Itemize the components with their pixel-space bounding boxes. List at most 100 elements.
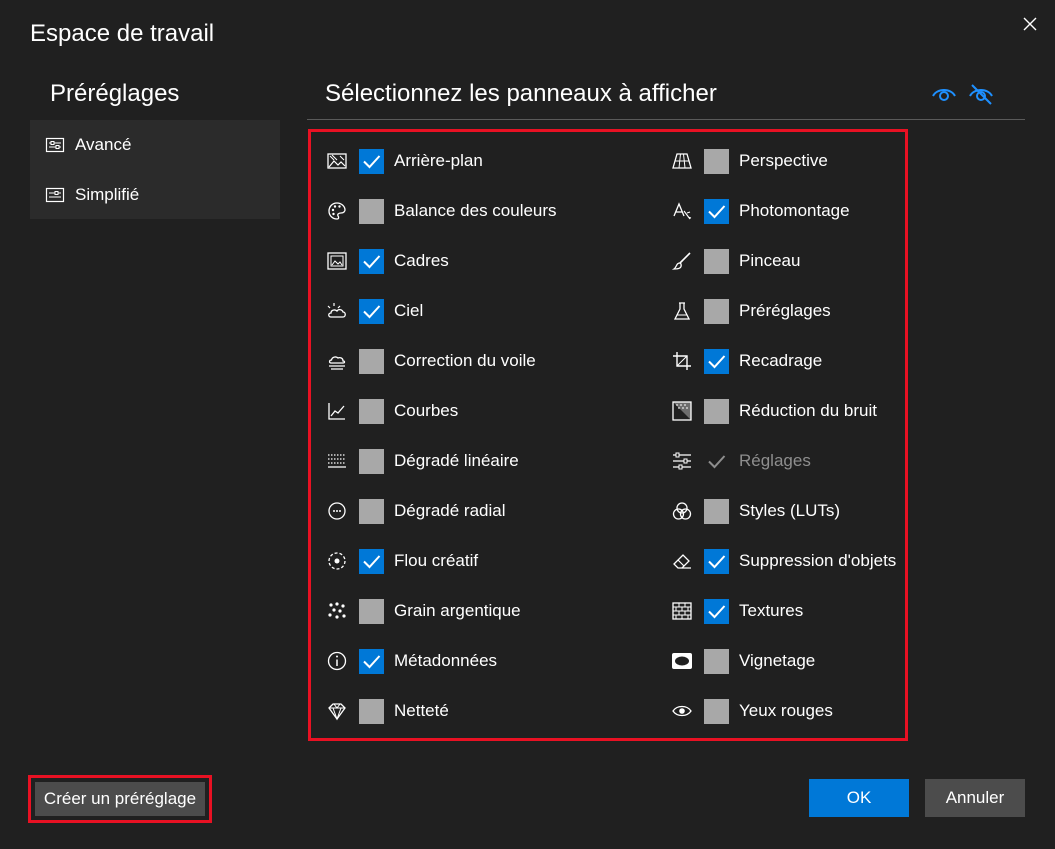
panel-checkbox[interactable] (704, 698, 729, 724)
styles-icon (671, 500, 693, 522)
panel-label: Textures (739, 601, 804, 620)
panel-row: Dégradé linéaire (326, 446, 519, 476)
panel-checkbox[interactable] (359, 398, 384, 424)
preset-item-label: Avancé (75, 135, 132, 154)
panel-label: Yeux rouges (739, 701, 833, 720)
panel-row: Réglages (671, 446, 811, 476)
panel-label: Perspective (739, 151, 828, 170)
presets-list: Avancé Simplifié (30, 120, 280, 219)
panel-row: Métadonnées (326, 646, 497, 676)
panel-row: Styles (LUTs) (671, 496, 840, 526)
panel-label: Dégradé linéaire (394, 451, 519, 470)
haze-icon (326, 350, 348, 372)
panel-row: Perspective (671, 146, 828, 176)
ok-button[interactable]: OK (809, 779, 909, 817)
panel-checkbox[interactable] (359, 548, 384, 574)
radial-gradient-icon (326, 500, 348, 522)
noise-icon (671, 400, 693, 422)
blur-icon (326, 550, 348, 572)
create-preset-highlight: Créer un préréglage (28, 775, 212, 823)
panel-row: Ciel (326, 296, 423, 326)
panel-checkbox[interactable] (704, 598, 729, 624)
panel-label: Métadonnées (394, 651, 498, 670)
hide-all-button[interactable] (967, 80, 995, 108)
panel-row: Balance des couleurs (326, 196, 557, 226)
panel-label: Préréglages (739, 301, 831, 320)
background-icon (326, 150, 348, 172)
eye-off-icon (969, 84, 993, 105)
panel-row: Correction du voile (326, 346, 536, 376)
panel-label: Recadrage (739, 351, 823, 370)
palette-icon (326, 200, 348, 222)
eraser-icon (671, 550, 693, 572)
perspective-icon (671, 150, 693, 172)
grain-icon (326, 600, 348, 622)
panel-checkbox[interactable] (359, 448, 384, 474)
panel-checkbox[interactable] (359, 148, 384, 174)
close-icon (1023, 17, 1037, 31)
panel-checkbox[interactable] (704, 348, 729, 374)
panel-checkbox[interactable] (359, 648, 384, 674)
frame-icon (326, 250, 348, 272)
panel-checkbox[interactable] (704, 298, 729, 324)
show-all-button[interactable] (930, 80, 958, 108)
preset-item-simplifie[interactable]: Simplifié (30, 170, 280, 220)
panels-heading: Sélectionnez les panneaux à afficher (325, 80, 717, 107)
panel-row: Vignetage (671, 646, 815, 676)
sky-icon (326, 300, 348, 322)
diamond-icon (326, 700, 348, 722)
panel-checkbox[interactable] (359, 598, 384, 624)
panel-row: Pinceau (671, 246, 800, 276)
texture-icon (671, 600, 693, 622)
info-icon (326, 650, 348, 672)
panel-label: Photomontage (739, 201, 850, 220)
panel-row: Textures (671, 596, 803, 626)
panel-label: Vignetage (739, 651, 816, 670)
panel-row: Yeux rouges (671, 696, 833, 726)
panel-label: Ciel (394, 301, 424, 320)
adjust-sliders-icon (671, 450, 693, 472)
panel-checkbox[interactable] (359, 698, 384, 724)
panel-row: Préréglages (671, 296, 831, 326)
panel-label: Réduction du bruit (739, 401, 877, 420)
create-preset-button[interactable]: Créer un préréglage (35, 782, 205, 816)
panel-label: Correction du voile (394, 351, 536, 370)
preset-item-avance[interactable]: Avancé (30, 120, 280, 170)
panel-row: Arrière-plan (326, 146, 483, 176)
close-button[interactable] (1020, 14, 1040, 34)
panel-checkbox[interactable] (704, 648, 729, 674)
panel-checkbox[interactable] (359, 248, 384, 274)
flask-icon (671, 300, 693, 322)
panel-checkbox[interactable] (704, 498, 729, 524)
panel-checkbox[interactable] (704, 148, 729, 174)
panel-label: Suppression d'objets (739, 551, 897, 570)
panel-row: Courbes (326, 396, 458, 426)
panel-checkbox (704, 449, 729, 474)
preset-item-label: Simplifié (75, 185, 140, 204)
panel-checkbox[interactable] (704, 248, 729, 274)
dialog-title: Espace de travail (30, 20, 215, 47)
panel-label: Cadres (394, 251, 449, 270)
panels-grid: Arrière-plan Balance des couleurs Cadres Ci… (308, 129, 908, 741)
cancel-button[interactable]: Annuler (925, 779, 1025, 817)
eye-icon (932, 89, 956, 101)
panel-label: Grain argentique (394, 601, 521, 620)
presets-heading: Préréglages (50, 80, 180, 107)
panel-label: Dégradé radial (394, 501, 506, 520)
panel-checkbox[interactable] (704, 198, 729, 224)
panel-row: Réduction du bruit (671, 396, 877, 426)
panel-checkbox[interactable] (704, 548, 729, 574)
panel-checkbox[interactable] (704, 398, 729, 424)
panel-checkbox[interactable] (359, 348, 384, 374)
panel-row: Recadrage (671, 346, 822, 376)
panel-row: Cadres (326, 246, 449, 276)
panel-checkbox[interactable] (359, 498, 384, 524)
panel-row: Flou créatif (326, 546, 478, 576)
panel-checkbox[interactable] (359, 298, 384, 324)
panel-row: Photomontage (671, 196, 850, 226)
panel-row: Grain argentique (326, 596, 521, 626)
panel-checkbox[interactable] (359, 198, 384, 224)
curves-icon (326, 400, 348, 422)
panel-label: Courbes (394, 401, 459, 420)
brush-icon (671, 250, 693, 272)
